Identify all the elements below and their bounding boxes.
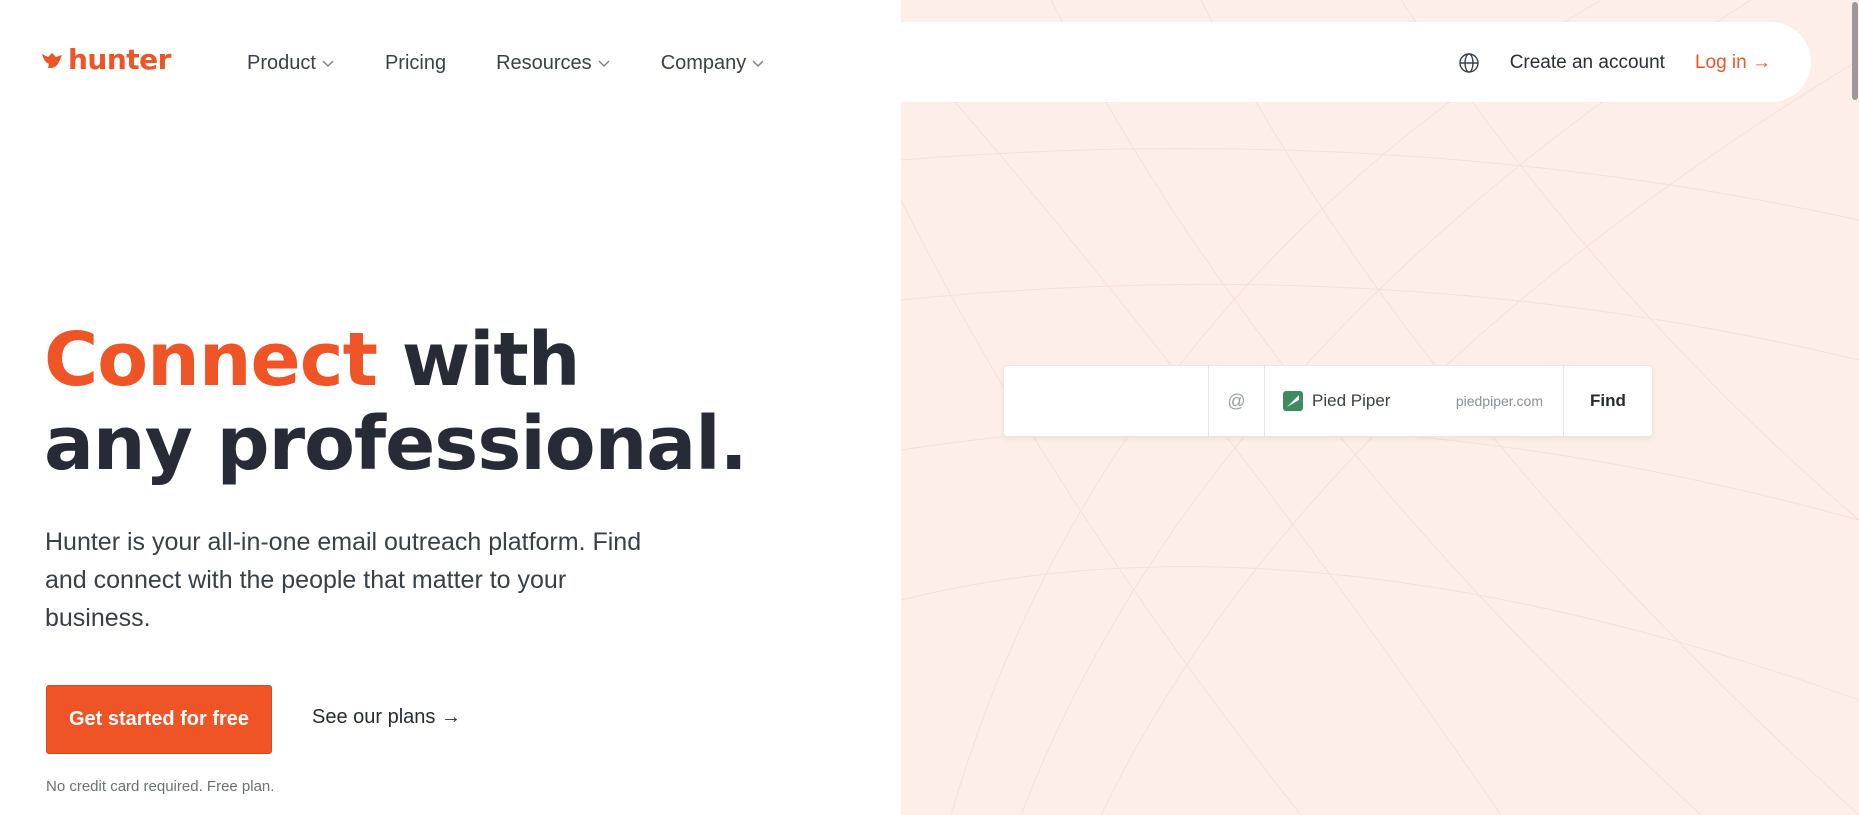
get-started-button[interactable]: Get started for free bbox=[46, 685, 272, 754]
company-name: Pied Piper bbox=[1312, 391, 1391, 410]
see-plans-link[interactable]: See our plans → bbox=[312, 706, 461, 729]
hunter-logo[interactable]: hunter bbox=[40, 46, 171, 74]
hero-title: Connect with any professional. bbox=[44, 317, 748, 487]
pied-piper-logo-icon bbox=[1283, 391, 1303, 411]
no-credit-card-note: No credit card required. Free plan. bbox=[46, 778, 275, 795]
name-input[interactable] bbox=[1004, 366, 1209, 436]
globe-icon[interactable] bbox=[1458, 52, 1480, 74]
nav-item-label: Resources bbox=[496, 51, 592, 74]
nav-item-label: Product bbox=[247, 51, 316, 74]
nav-item-pricing[interactable]: Pricing bbox=[385, 48, 446, 78]
nav-item-product[interactable]: Product bbox=[247, 48, 335, 78]
hero-description: Hunter is your all-in-one email outreach… bbox=[45, 528, 642, 632]
hero-title-line2: any professional. bbox=[44, 401, 748, 487]
fox-logo-icon bbox=[42, 53, 62, 68]
company-domain: piedpiper.com bbox=[1455, 393, 1543, 409]
email-finder-widget: @ Pied Piper piedpiper.com Find bbox=[1003, 365, 1653, 437]
login-link[interactable]: Log in → bbox=[1695, 52, 1771, 74]
company-selector[interactable]: Pied Piper piedpiper.com bbox=[1265, 366, 1564, 436]
scrollbar-thumb[interactable] bbox=[1852, 2, 1858, 100]
chevron-down-icon bbox=[752, 60, 764, 67]
nav-item-company[interactable]: Company bbox=[661, 48, 766, 78]
logo-text: hunter bbox=[68, 43, 171, 76]
at-symbol: @ bbox=[1209, 366, 1265, 436]
main-nav: Product Pricing Resources Company bbox=[247, 48, 815, 78]
chevron-down-icon bbox=[322, 60, 334, 67]
header-actions: Create an account Log in → bbox=[1458, 48, 1771, 78]
hero-title-rest: with bbox=[376, 317, 581, 403]
page-scrollbar[interactable] bbox=[1851, 0, 1859, 815]
create-account-link[interactable]: Create an account bbox=[1510, 52, 1665, 74]
hero-title-accent: Connect bbox=[44, 317, 378, 403]
chevron-down-icon bbox=[598, 60, 610, 67]
nav-item-label: Company bbox=[660, 51, 747, 74]
find-button[interactable]: Find bbox=[1564, 366, 1652, 436]
nav-item-resources[interactable]: Resources bbox=[496, 48, 611, 78]
nav-item-label: Pricing bbox=[384, 51, 447, 74]
